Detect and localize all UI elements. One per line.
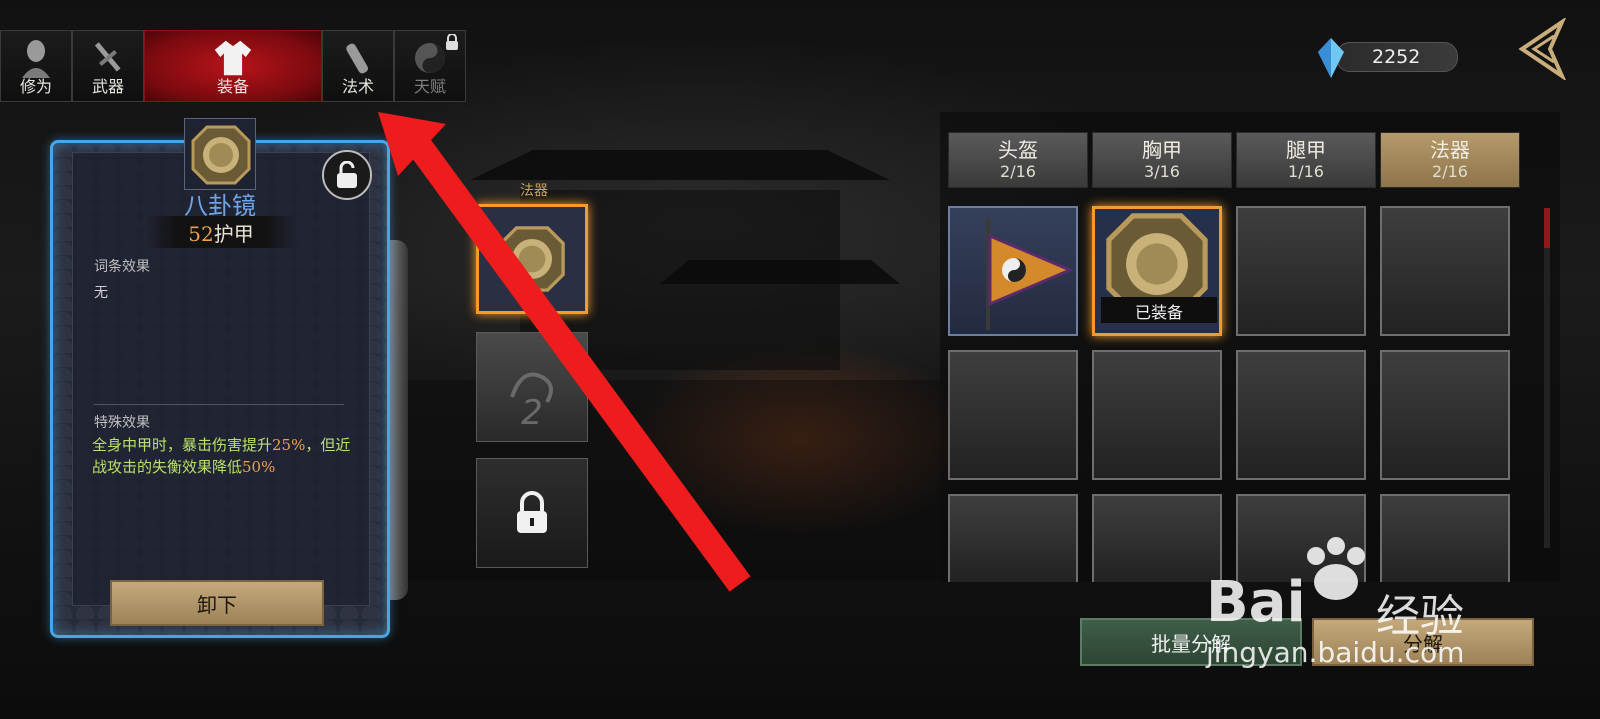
inv-tab-name: 法器: [1430, 138, 1470, 162]
spell-icon: [338, 37, 378, 79]
tab-spell[interactable]: 法术: [322, 30, 394, 102]
inventory-slot-equipped[interactable]: 已装备: [1092, 206, 1222, 336]
inventory-slot[interactable]: [1380, 494, 1510, 582]
cultivation-icon: [16, 37, 56, 79]
unlock-icon: [337, 161, 357, 188]
unequip-button[interactable]: 卸下: [110, 580, 324, 626]
bagua-mirror-icon: [499, 226, 565, 292]
special-part: 全身中甲时，暴击伤害提升: [92, 436, 273, 454]
inventory-slot[interactable]: [1236, 206, 1366, 336]
robe-icon: [213, 37, 253, 79]
back-button[interactable]: [1516, 16, 1570, 82]
weapon-icon: [88, 37, 128, 79]
inv-tab-count: 2/16: [1432, 162, 1468, 181]
inventory-tabs: 头盔 2/16 胸甲 3/16 腿甲 1/16 法器 2/16: [948, 132, 1520, 188]
special-effect-text: 全身中甲时，暴击伤害提升25%，但近战攻击的失衡效果降低50%: [92, 434, 354, 478]
armor-unit: 护甲: [213, 222, 254, 246]
inv-tab-chest[interactable]: 胸甲 3/16: [1092, 132, 1232, 188]
armor-stat: 52护甲: [146, 216, 296, 248]
tab-weapon[interactable]: 武器: [72, 30, 144, 102]
inv-tab-count: 3/16: [1144, 162, 1180, 181]
inv-tab-count: 2/16: [1000, 162, 1036, 181]
artifact-slot-1[interactable]: [476, 204, 588, 314]
special-title: 特殊效果: [94, 415, 150, 431]
inventory-slot[interactable]: [1236, 494, 1366, 582]
tab-equipment[interactable]: 装备: [144, 30, 322, 102]
affix-text: 无: [94, 285, 108, 301]
inventory-scrollbar[interactable]: [1544, 208, 1550, 548]
affix-title: 词条效果: [94, 259, 150, 275]
inv-tab-name: 腿甲: [1286, 138, 1326, 162]
artifact-slot-3[interactable]: [476, 458, 588, 568]
inventory-slot[interactable]: [1092, 494, 1222, 582]
inv-tab-count: 1/16: [1288, 162, 1324, 181]
armor-value: 52: [188, 222, 214, 246]
bagua-mirror-icon: [191, 125, 251, 185]
lock-icon: [517, 491, 547, 533]
artifact-slot-column: 法器 2: [476, 180, 596, 580]
currency-display: 2252: [1316, 38, 1464, 78]
inv-tab-artifact[interactable]: 法器 2/16: [1380, 132, 1520, 188]
artifact-slot-2[interactable]: 2: [476, 332, 588, 442]
item-thumbnail: [184, 118, 256, 190]
item-detail-card: 八卦镜 52护甲 词条效果 无 特殊效果 全身中甲时，暴击伤害提升25%，但近战…: [50, 118, 390, 638]
inventory-scroll-thumb[interactable]: [1544, 208, 1550, 248]
inventory-panel: 头盔 2/16 胸甲 3/16 腿甲 1/16 法器 2/16 已装备: [940, 112, 1560, 582]
inventory-slot[interactable]: [1380, 206, 1510, 336]
crystal-icon: [1318, 38, 1344, 78]
inv-tab-name: 头盔: [998, 138, 1038, 162]
special-value: 25%: [272, 436, 306, 454]
inventory-slot[interactable]: [1380, 350, 1510, 480]
currency-value: 2252: [1372, 46, 1421, 68]
inv-tab-name: 胸甲: [1142, 138, 1182, 162]
tab-cultivation[interactable]: 修为: [0, 30, 72, 102]
decompose-button[interactable]: 分解: [1312, 618, 1534, 666]
slot-column-title: 法器: [520, 183, 548, 199]
batch-decompose-button[interactable]: 批量分解: [1080, 618, 1302, 666]
inventory-slot[interactable]: [948, 350, 1078, 480]
tab-talent[interactable]: 天赋: [394, 30, 466, 102]
banner-flag-icon: [986, 218, 1074, 330]
slot-number: 2: [521, 393, 543, 433]
inventory-slot[interactable]: [1236, 350, 1366, 480]
lock-icon: [446, 34, 458, 50]
inventory-slot[interactable]: [948, 494, 1078, 582]
back-arrow-icon: [1518, 16, 1567, 82]
inventory-slot[interactable]: [948, 206, 1078, 336]
inv-tab-legs[interactable]: 腿甲 1/16: [1236, 132, 1376, 188]
divider: [94, 404, 344, 405]
inventory-slot[interactable]: [1092, 350, 1222, 480]
taiji-icon: [410, 37, 450, 79]
top-nav-tabs: 修为 武器 装备 法术 天赋: [0, 30, 470, 102]
inv-tab-helmet[interactable]: 头盔 2/16: [948, 132, 1088, 188]
special-value: 50%: [242, 458, 276, 476]
equipped-tag: 已装备: [1101, 297, 1217, 323]
